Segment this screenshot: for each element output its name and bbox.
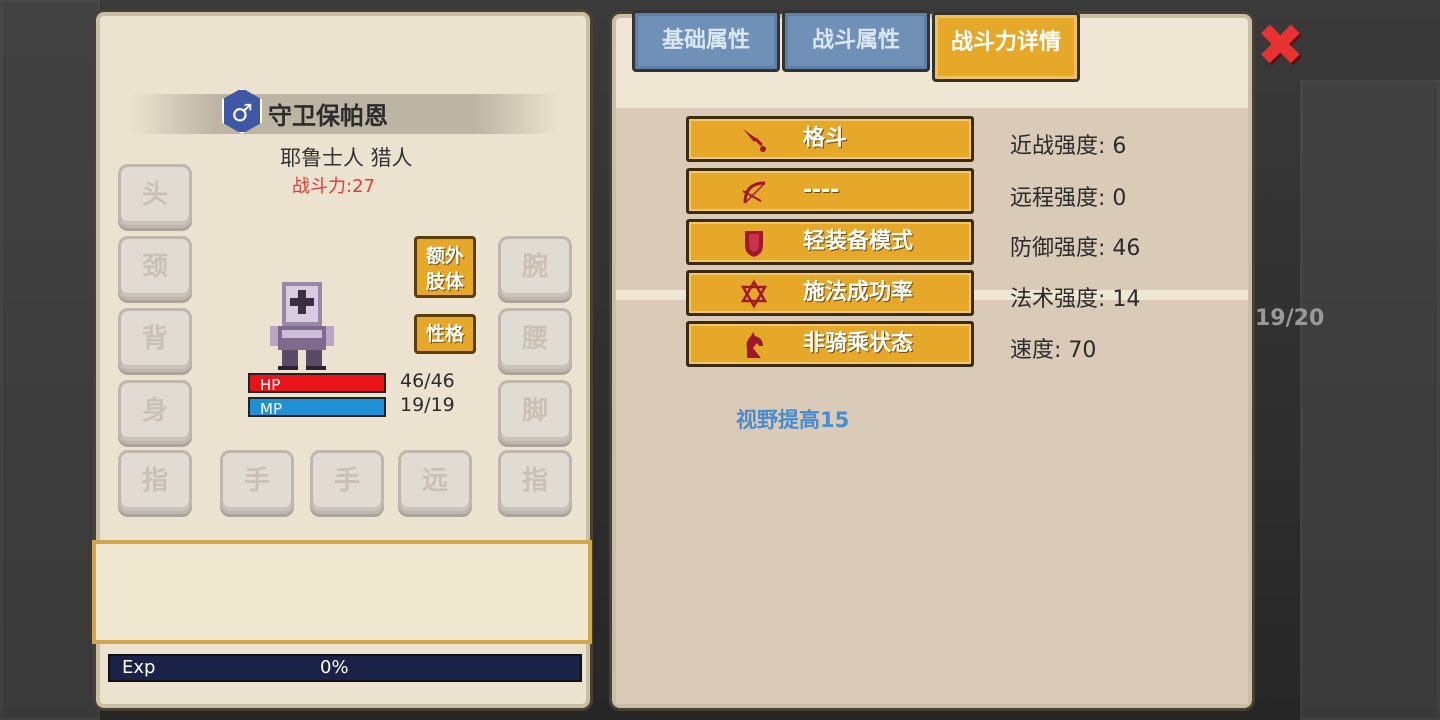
slot-head[interactable]: 头	[118, 164, 192, 228]
cast-success-label: 施法成功率	[803, 280, 914, 305]
ranged-mode-button[interactable]: ----	[686, 168, 974, 214]
sword-icon	[739, 125, 769, 155]
bg-right-strip	[1300, 80, 1440, 720]
equipment-mode-button[interactable]: 轻装备模式	[686, 219, 974, 265]
extra-limbs-button[interactable]: 额外 肢体	[414, 236, 476, 298]
equipment-mode-label: 轻装备模式	[803, 229, 914, 254]
slot-neck[interactable]: 颈	[118, 236, 192, 300]
mount-status-button[interactable]: 非骑乘状态	[686, 321, 974, 367]
melee-strength: 近战强度: 6	[1010, 134, 1127, 159]
slot-ranged[interactable]: 远	[398, 450, 472, 514]
character-panel: ♂ 守卫保帕恩 耶鲁士人 猎人 战斗力:27 头 颈 背 身 指 手 手 远 腕…	[92, 12, 592, 708]
slot-waist[interactable]: 腰	[498, 308, 572, 372]
slot-finger-right[interactable]: 指	[498, 450, 572, 514]
mp-bar: MP	[248, 397, 386, 418]
personality-button[interactable]: 性格	[414, 314, 476, 354]
slot-feet[interactable]: 脚	[498, 380, 572, 444]
bg-left-strip	[0, 0, 100, 720]
exp-value: 0%	[320, 657, 349, 678]
melee-mode-label: 格斗	[803, 126, 848, 151]
extra-limbs-label-line2: 肢体	[425, 271, 464, 293]
slot-body[interactable]: 身	[118, 380, 192, 444]
slot-back[interactable]: 背	[118, 308, 192, 372]
close-icon[interactable]: ✖	[1256, 16, 1305, 74]
horse-icon	[739, 330, 769, 360]
slot-hand-2[interactable]: 手	[310, 450, 384, 514]
slot-hand-1[interactable]: 手	[220, 450, 294, 514]
exp-label: Exp	[122, 657, 156, 678]
vision-bonus: 视野提高15	[736, 408, 850, 432]
description-box	[92, 540, 592, 644]
hp-bar: HP	[248, 373, 386, 394]
tab-combat-attributes[interactable]: 战斗属性	[782, 10, 930, 72]
hexagram-icon	[739, 279, 769, 309]
shield-icon	[739, 228, 769, 258]
bow-icon	[739, 177, 769, 207]
cast-success-button[interactable]: 施法成功率	[686, 270, 974, 316]
ranged-strength: 远程强度: 0	[1010, 186, 1127, 211]
defense-strength: 防御强度: 46	[1010, 236, 1141, 261]
mp-value: 19/19	[400, 394, 455, 416]
mount-status-label: 非骑乘状态	[803, 331, 914, 356]
character-power: 战斗力:27	[292, 176, 375, 197]
melee-mode-button[interactable]: 格斗	[686, 116, 974, 162]
character-name: 守卫保帕恩	[268, 102, 388, 130]
speed: 速度: 70	[1010, 338, 1097, 363]
spell-strength: 法术强度: 14	[1010, 287, 1141, 312]
stats-panel: 基础属性 战斗属性 战斗力详情 格斗 近战强度: 6 ---- 远程强度: 0 …	[612, 10, 1252, 708]
hp-value: 46/46	[400, 370, 455, 392]
ranged-mode-label: ----	[803, 178, 840, 203]
tab-power-details[interactable]: 战斗力详情	[932, 12, 1080, 82]
character-race-class: 耶鲁士人 猎人	[280, 146, 413, 170]
extra-limbs-label-line1: 额外	[425, 245, 464, 267]
slot-wrist[interactable]: 腕	[498, 236, 572, 300]
character-sprite[interactable]	[270, 282, 334, 370]
bg-counter: 19/20	[1255, 306, 1325, 331]
tab-basic-attributes[interactable]: 基础属性	[632, 10, 780, 72]
exp-bar: Exp 0%	[108, 654, 582, 682]
slot-finger-left[interactable]: 指	[118, 450, 192, 514]
